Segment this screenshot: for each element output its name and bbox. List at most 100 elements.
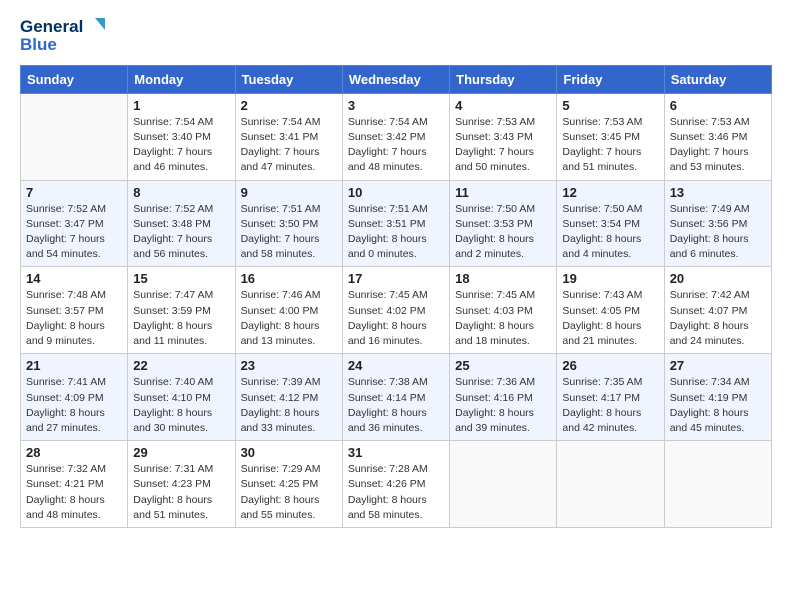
day-info: Sunrise: 7:45 AMSunset: 4:03 PMDaylight:… <box>455 288 551 349</box>
day-number: 27 <box>670 358 766 373</box>
day-cell: 5 Sunrise: 7:53 AMSunset: 3:45 PMDaylight… <box>557 93 664 180</box>
logo-text-blue: Blue <box>20 36 57 55</box>
day-info: Sunrise: 7:46 AMSunset: 4:00 PMDaylight:… <box>241 288 337 349</box>
day-info: Sunrise: 7:47 AMSunset: 3:59 PMDaylight:… <box>133 288 229 349</box>
day-info: Sunrise: 7:54 AMSunset: 3:40 PMDaylight:… <box>133 115 229 176</box>
day-number: 19 <box>562 271 658 286</box>
day-info: Sunrise: 7:36 AMSunset: 4:16 PMDaylight:… <box>455 375 551 436</box>
day-info: Sunrise: 7:53 AMSunset: 3:46 PMDaylight:… <box>670 115 766 176</box>
week-row-3: 14 Sunrise: 7:48 AMSunset: 3:57 PMDayligh… <box>21 267 772 354</box>
day-number: 16 <box>241 271 337 286</box>
day-number: 3 <box>348 98 444 113</box>
day-number: 9 <box>241 185 337 200</box>
day-cell: 20 Sunrise: 7:42 AMSunset: 4:07 PMDayligh… <box>664 267 771 354</box>
day-cell: 14 Sunrise: 7:48 AMSunset: 3:57 PMDayligh… <box>21 267 128 354</box>
day-cell: 1 Sunrise: 7:54 AMSunset: 3:40 PMDaylight… <box>128 93 235 180</box>
day-cell <box>450 441 557 528</box>
day-cell: 19Sunrise: 7:43 AMSunset: 4:05 PMDayligh… <box>557 267 664 354</box>
day-cell: 13Sunrise: 7:49 AMSunset: 3:56 PMDayligh… <box>664 180 771 267</box>
day-info: Sunrise: 7:34 AMSunset: 4:19 PMDaylight:… <box>670 375 766 436</box>
day-info: Sunrise: 7:52 AMSunset: 3:48 PMDaylight:… <box>133 202 229 263</box>
day-number: 8 <box>133 185 229 200</box>
day-info: Sunrise: 7:51 AMSunset: 3:50 PMDaylight:… <box>241 202 337 263</box>
logo-bird-icon <box>85 16 105 38</box>
day-info: Sunrise: 7:42 AMSunset: 4:07 PMDaylight:… <box>670 288 766 349</box>
weekday-header-sunday: Sunday <box>21 65 128 93</box>
day-info: Sunrise: 7:40 AMSunset: 4:10 PMDaylight:… <box>133 375 229 436</box>
day-info: Sunrise: 7:53 AMSunset: 3:45 PMDaylight:… <box>562 115 658 176</box>
day-number: 14 <box>26 271 122 286</box>
day-info: Sunrise: 7:45 AMSunset: 4:02 PMDaylight:… <box>348 288 444 349</box>
day-cell: 25 Sunrise: 7:36 AMSunset: 4:16 PMDayligh… <box>450 354 557 441</box>
day-number: 7 <box>26 185 122 200</box>
week-row-4: 21 Sunrise: 7:41 AMSunset: 4:09 PMDayligh… <box>21 354 772 441</box>
day-number: 24 <box>348 358 444 373</box>
day-cell: 6 Sunrise: 7:53 AMSunset: 3:46 PMDaylight… <box>664 93 771 180</box>
day-cell: 8 Sunrise: 7:52 AMSunset: 3:48 PMDaylight… <box>128 180 235 267</box>
day-cell: 10Sunrise: 7:51 AMSunset: 3:51 PMDayligh… <box>342 180 449 267</box>
day-info: Sunrise: 7:54 AMSunset: 3:42 PMDaylight:… <box>348 115 444 176</box>
day-number: 30 <box>241 445 337 460</box>
day-number: 1 <box>133 98 229 113</box>
day-cell: 9 Sunrise: 7:51 AMSunset: 3:50 PMDaylight… <box>235 180 342 267</box>
day-number: 31 <box>348 445 444 460</box>
day-info: Sunrise: 7:51 AMSunset: 3:51 PMDaylight:… <box>348 202 444 263</box>
day-cell: 28Sunrise: 7:32 AMSunset: 4:21 PMDayligh… <box>21 441 128 528</box>
day-cell: 3 Sunrise: 7:54 AMSunset: 3:42 PMDaylight… <box>342 93 449 180</box>
week-row-1: 1 Sunrise: 7:54 AMSunset: 3:40 PMDaylight… <box>21 93 772 180</box>
weekday-header-saturday: Saturday <box>664 65 771 93</box>
day-info: Sunrise: 7:35 AMSunset: 4:17 PMDaylight:… <box>562 375 658 436</box>
day-number: 13 <box>670 185 766 200</box>
day-cell: 21 Sunrise: 7:41 AMSunset: 4:09 PMDayligh… <box>21 354 128 441</box>
week-row-2: 7 Sunrise: 7:52 AMSunset: 3:47 PMDaylight… <box>21 180 772 267</box>
day-cell: 17 Sunrise: 7:45 AMSunset: 4:02 PMDayligh… <box>342 267 449 354</box>
calendar-table: SundayMondayTuesdayWednesdayThursdayFrid… <box>20 65 772 528</box>
day-info: Sunrise: 7:50 AMSunset: 3:53 PMDaylight:… <box>455 202 551 263</box>
day-cell <box>557 441 664 528</box>
day-number: 22 <box>133 358 229 373</box>
day-cell: 11Sunrise: 7:50 AMSunset: 3:53 PMDayligh… <box>450 180 557 267</box>
day-info: Sunrise: 7:52 AMSunset: 3:47 PMDaylight:… <box>26 202 122 263</box>
day-number: 29 <box>133 445 229 460</box>
day-number: 18 <box>455 271 551 286</box>
weekday-header-tuesday: Tuesday <box>235 65 342 93</box>
logo-text-general: General <box>20 18 83 37</box>
day-number: 21 <box>26 358 122 373</box>
weekday-header-friday: Friday <box>557 65 664 93</box>
weekday-header-monday: Monday <box>128 65 235 93</box>
weekday-header-thursday: Thursday <box>450 65 557 93</box>
day-number: 15 <box>133 271 229 286</box>
day-cell: 27 Sunrise: 7:34 AMSunset: 4:19 PMDayligh… <box>664 354 771 441</box>
day-info: Sunrise: 7:48 AMSunset: 3:57 PMDaylight:… <box>26 288 122 349</box>
day-cell: 15 Sunrise: 7:47 AMSunset: 3:59 PMDayligh… <box>128 267 235 354</box>
header: General Blue <box>20 16 772 55</box>
day-cell: 31Sunrise: 7:28 AMSunset: 4:26 PMDayligh… <box>342 441 449 528</box>
day-number: 2 <box>241 98 337 113</box>
day-cell: 24Sunrise: 7:38 AMSunset: 4:14 PMDayligh… <box>342 354 449 441</box>
week-row-5: 28Sunrise: 7:32 AMSunset: 4:21 PMDayligh… <box>21 441 772 528</box>
day-info: Sunrise: 7:41 AMSunset: 4:09 PMDaylight:… <box>26 375 122 436</box>
day-cell: 4 Sunrise: 7:53 AMSunset: 3:43 PMDaylight… <box>450 93 557 180</box>
day-info: Sunrise: 7:50 AMSunset: 3:54 PMDaylight:… <box>562 202 658 263</box>
day-number: 5 <box>562 98 658 113</box>
day-number: 4 <box>455 98 551 113</box>
logo: General Blue <box>20 16 105 55</box>
day-info: Sunrise: 7:53 AMSunset: 3:43 PMDaylight:… <box>455 115 551 176</box>
day-cell: 30 Sunrise: 7:29 AMSunset: 4:25 PMDayligh… <box>235 441 342 528</box>
day-number: 17 <box>348 271 444 286</box>
day-number: 20 <box>670 271 766 286</box>
day-info: Sunrise: 7:29 AMSunset: 4:25 PMDaylight:… <box>241 462 337 523</box>
day-cell: 12 Sunrise: 7:50 AMSunset: 3:54 PMDayligh… <box>557 180 664 267</box>
day-number: 12 <box>562 185 658 200</box>
day-number: 26 <box>562 358 658 373</box>
day-cell <box>21 93 128 180</box>
day-info: Sunrise: 7:32 AMSunset: 4:21 PMDaylight:… <box>26 462 122 523</box>
day-cell <box>664 441 771 528</box>
day-cell: 16 Sunrise: 7:46 AMSunset: 4:00 PMDayligh… <box>235 267 342 354</box>
day-cell: 18 Sunrise: 7:45 AMSunset: 4:03 PMDayligh… <box>450 267 557 354</box>
day-number: 6 <box>670 98 766 113</box>
day-cell: 2Sunrise: 7:54 AMSunset: 3:41 PMDaylight… <box>235 93 342 180</box>
day-number: 25 <box>455 358 551 373</box>
weekday-header-wednesday: Wednesday <box>342 65 449 93</box>
day-cell: 22 Sunrise: 7:40 AMSunset: 4:10 PMDayligh… <box>128 354 235 441</box>
